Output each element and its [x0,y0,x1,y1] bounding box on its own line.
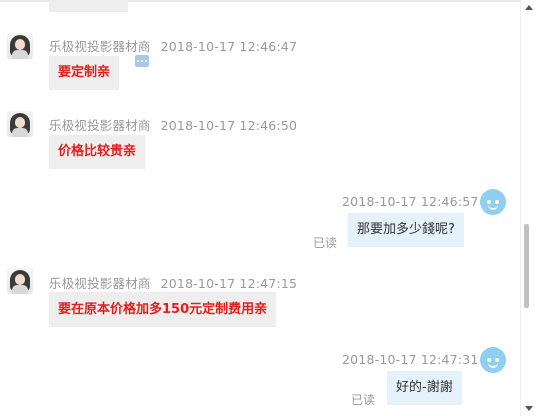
scroll-thumb[interactable] [524,224,529,308]
message-meta: 乐极视投影器材商 2018-10-17 12:47:15 [49,273,297,292]
scroll-down-arrow-icon[interactable] [525,406,533,411]
sender-name: 乐极视投影器材商 [49,118,151,133]
message-meta: 乐极视投影器材商 2018-10-17 12:46:50 [49,115,297,134]
sender-name: 乐极视投影器材商 [49,276,151,291]
vertical-scrollbar[interactable] [520,0,542,416]
message-bubble: 价格比较贵亲 [49,135,146,169]
message-bubble: 要定制亲 [49,56,120,90]
message-time: 2018-10-17 12:47:15 [160,276,298,291]
message-meta: 乐极视投影器材商 2018-10-17 12:46:47 [49,36,297,55]
smiley-avatar-icon[interactable] [480,347,506,373]
chat-history: 乐极视投影器材商 2018-10-17 12:46:47 要定制亲 乐极视投影器材… [0,0,520,416]
message-time: 2018-10-17 12:46:50 [160,118,298,133]
seller-avatar[interactable] [7,268,33,294]
smiley-avatar-icon[interactable] [480,189,506,215]
read-status: 已读 [313,236,338,250]
read-status: 已读 [351,393,376,407]
scroll-up-arrow-icon[interactable] [525,5,533,10]
chat-more-icon[interactable] [135,55,149,67]
message-time: 2018-10-17 12:46:47 [160,39,298,54]
previous-message-bubble [49,0,128,12]
seller-avatar[interactable] [7,111,33,137]
message-bubble: 那要加多少錢呢? [348,213,464,247]
message-time: 2018-10-17 12:46:57 [342,194,479,209]
message-time: 2018-10-17 12:47:31 [342,352,479,367]
seller-avatar[interactable] [7,33,33,59]
message-bubble: 要在原本价格加多150元定制费用亲 [49,292,277,327]
message-bubble: 好的-謝謝 [387,371,462,405]
sender-name: 乐极视投影器材商 [49,39,151,54]
